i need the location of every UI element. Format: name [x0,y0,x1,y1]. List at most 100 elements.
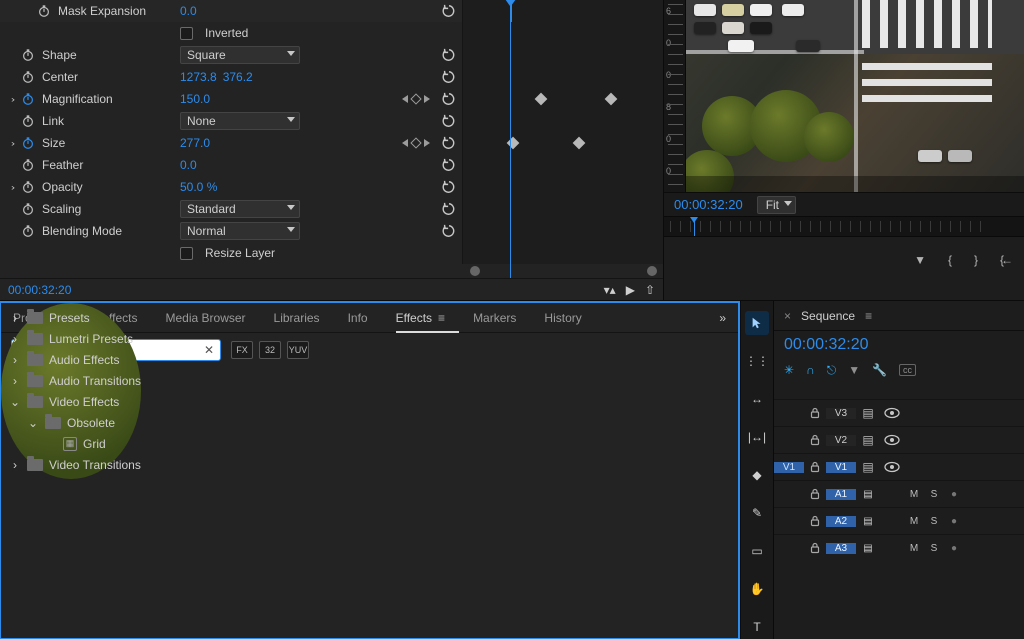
program-video[interactable] [686,0,1024,192]
stopwatch-icon[interactable] [20,179,36,195]
stopwatch-icon[interactable] [20,201,36,217]
add-keyframe-icon[interactable] [410,137,421,148]
record-icon[interactable]: ● [944,516,964,527]
out-bracket-icon[interactable]: } [974,253,978,267]
lock-icon[interactable] [804,407,826,419]
stopwatch-icon[interactable] [20,113,36,129]
razor-tool[interactable]: ◆ [745,463,769,487]
disclosure-icon[interactable]: › [9,458,21,472]
lock-icon[interactable] [804,542,826,554]
property-checkbox[interactable] [180,27,193,40]
in-bracket-icon[interactable]: { [948,253,952,267]
property-dropdown[interactable]: Normal [180,222,300,240]
panel-tab[interactable]: Effects ≡ [396,311,445,325]
filter-badge[interactable]: FX [231,341,253,359]
disclosure-icon[interactable]: › [9,374,21,388]
record-icon[interactable]: ● [944,489,964,500]
prev-keyframe-icon[interactable] [402,95,408,103]
keyframe-icon[interactable] [573,137,586,150]
track-header[interactable]: V1 V1 ▤ [774,453,1024,480]
rect-tool[interactable]: ▭ [745,539,769,563]
goto-in-icon[interactable]: {← [1000,253,1010,267]
effect-folder[interactable]: ⌄Video Effects [1,391,141,412]
effect-folder[interactable]: ›Audio Transitions [1,370,141,391]
lock-icon[interactable] [804,515,826,527]
mute-toggle[interactable]: M [904,516,924,527]
program-ruler[interactable] [664,216,1024,236]
filter-badge[interactable]: 32 [259,341,281,359]
property-value[interactable]: 50.0 % [180,180,217,194]
filter-icon[interactable]: ▾▴ [604,283,616,297]
property-dropdown[interactable]: Standard [180,200,300,218]
keyframe-icon[interactable] [535,93,548,106]
close-panel-icon[interactable]: × [784,309,791,323]
snap-icon[interactable]: ✳ [784,363,794,377]
reset-button[interactable] [436,180,462,194]
track-target[interactable]: V1 [826,462,856,473]
disclosure-icon[interactable]: › [6,180,20,194]
track-visibility-icon[interactable] [880,461,904,473]
property-value[interactable]: 0.0 [180,4,197,18]
panel-tab[interactable]: Info [348,311,368,325]
mute-toggle[interactable]: M [904,489,924,500]
sequence-title[interactable]: Sequence [801,309,855,323]
program-timecode[interactable]: 00:00:32:20 [674,197,743,212]
wrench-icon[interactable]: 🔧 [872,363,887,377]
property-value[interactable]: 277.0 [180,136,210,150]
lock-icon[interactable] [804,434,826,446]
track-target[interactable]: A3 [826,543,856,554]
effect-folder[interactable]: ›Audio Effects [1,349,141,370]
property-value[interactable]: 150.0 [180,92,210,106]
track-header[interactable]: V3 ▤ [774,399,1024,426]
clear-search-icon[interactable]: ✕ [204,343,214,357]
keyframe-icon[interactable] [507,137,520,150]
effects-tree[interactable]: ›Presets›Lumetri Presets›Audio Effects›A… [1,303,141,479]
stopwatch-icon[interactable] [20,157,36,173]
reset-button[interactable] [436,4,462,18]
track-target[interactable]: V3 [826,408,856,419]
pen-tool[interactable]: ✎ [745,501,769,525]
lock-icon[interactable] [804,488,826,500]
keyframe-icon[interactable] [605,93,618,106]
ripple-tool[interactable]: ↔ [745,387,769,411]
effect-folder[interactable]: ›Presets [1,307,141,328]
reset-button[interactable] [436,158,462,172]
add-keyframe-icon[interactable] [410,93,421,104]
effect-folder[interactable]: ›Video Transitions [1,454,141,475]
track-header[interactable]: A2 ▤ MS● [774,507,1024,534]
disclosure-icon[interactable]: › [9,311,21,325]
panel-tab[interactable]: Markers [473,311,516,325]
property-value-x[interactable]: 1273.8 [180,70,217,84]
export-icon[interactable]: ⇧ [645,283,655,297]
track-target[interactable]: A2 [826,516,856,527]
stopwatch-icon[interactable] [20,135,36,151]
reset-button[interactable] [436,202,462,216]
next-keyframe-icon[interactable] [424,95,430,103]
filter-badge[interactable]: YUV [287,341,309,359]
panel-tab[interactable]: History [544,311,581,325]
track-output-icon[interactable]: ▤ [856,406,880,420]
stopwatch-icon[interactable] [20,47,36,63]
disclosure-icon[interactable]: › [6,136,20,150]
track-target[interactable]: V2 [826,435,856,446]
property-value-y[interactable]: 376.2 [223,70,253,84]
marker-tool-icon[interactable]: ▼ [848,363,860,377]
reset-button[interactable] [436,114,462,128]
stopwatch-icon[interactable] [20,91,36,107]
property-checkbox[interactable] [180,247,193,260]
slip-tool[interactable]: |↔| [745,425,769,449]
track-visibility-icon[interactable] [880,434,904,446]
stopwatch-icon[interactable] [20,69,36,85]
reset-button[interactable] [436,136,462,150]
effect-item[interactable]: ▦Grid [1,433,141,454]
next-keyframe-icon[interactable] [424,139,430,147]
track-header[interactable]: V2 ▤ [774,426,1024,453]
cc-icon[interactable]: cc [899,364,916,376]
solo-toggle[interactable]: S [924,516,944,527]
record-icon[interactable]: ● [944,543,964,554]
stopwatch-icon[interactable] [36,3,52,19]
property-value[interactable]: 0.0 [180,158,197,172]
timeline-timecode[interactable]: 00:00:32:20 [784,336,869,354]
effect-controls-playhead[interactable] [510,0,511,278]
effect-folder[interactable]: ⌄Obsolete [1,412,141,433]
